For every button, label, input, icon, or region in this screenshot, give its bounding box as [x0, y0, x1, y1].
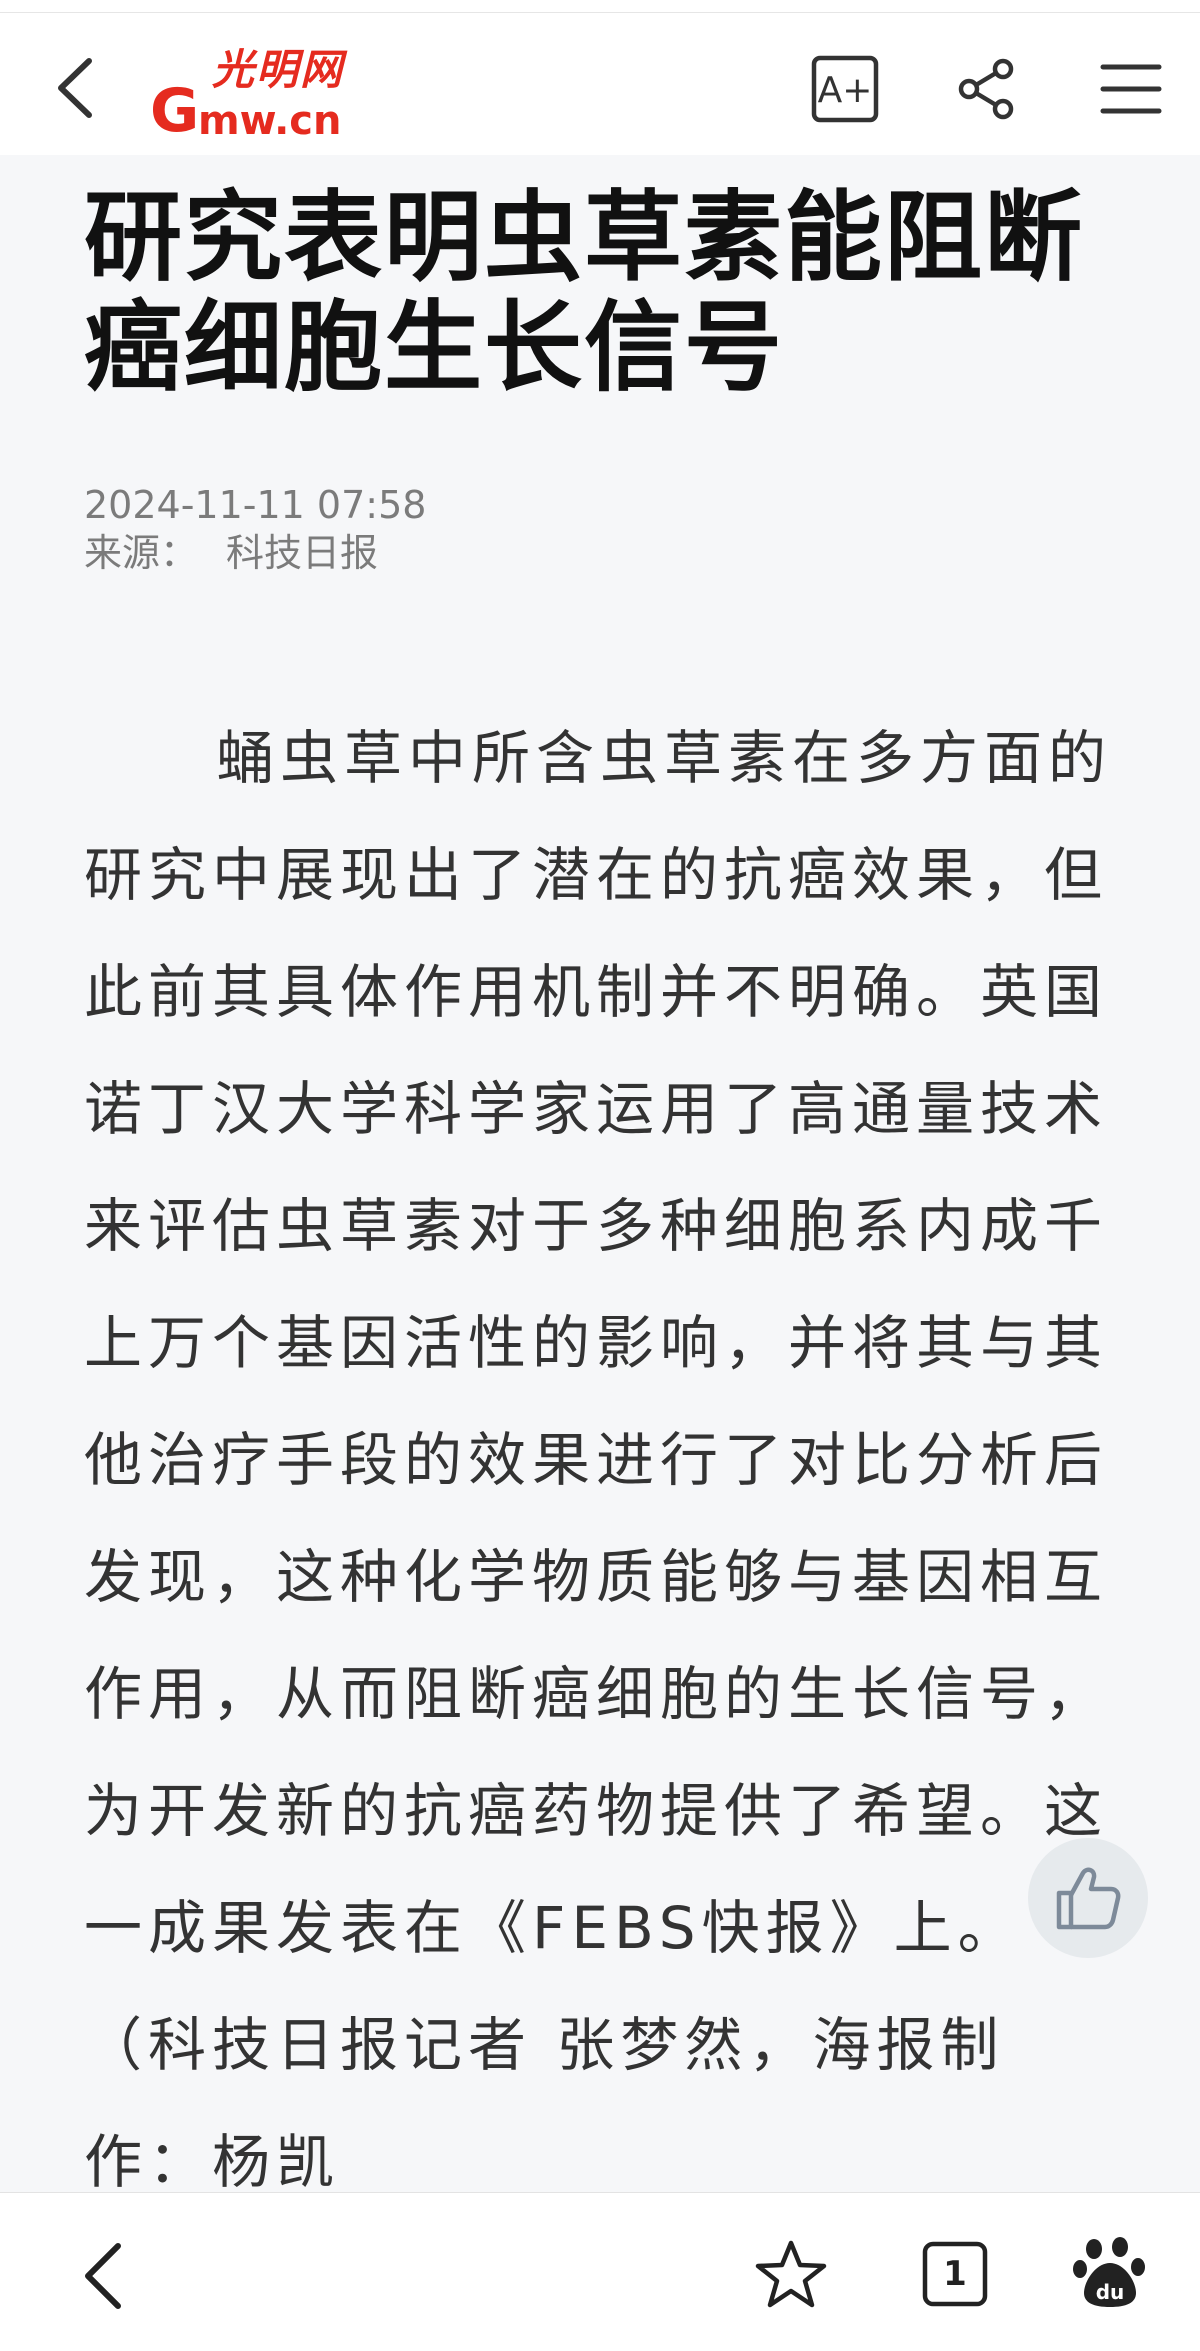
chevron-left-icon [58, 58, 92, 118]
baidu-button[interactable]: du [1060, 2223, 1160, 2323]
logo-chinese-name: 光明网 [212, 45, 345, 94]
svg-text:du: du [1096, 2280, 1125, 2304]
thumbs-up-icon [1056, 1867, 1121, 1930]
status-strip [0, 0, 1200, 13]
article-datetime: 2024-11-11 07:58 [84, 483, 427, 527]
logo-letter: G [150, 76, 200, 146]
article-source: 来源： 科技日报 [84, 529, 1124, 577]
share-button[interactable] [944, 49, 1030, 129]
favorite-button[interactable] [746, 2229, 836, 2319]
font-size-icon: A+ [811, 55, 879, 123]
share-icon [958, 58, 1014, 120]
font-size-button[interactable]: A+ [800, 49, 890, 129]
article-page: G 光明网 mw.cn A+ 研究表明虫草素能阻断癌细胞生长信号 2024-11… [0, 0, 1200, 2351]
article-title: 研究表明虫草素能阻断癌细胞生长信号 [84, 181, 1085, 405]
back-button[interactable] [40, 53, 110, 123]
tabs-button[interactable]: 1 [910, 2229, 1000, 2319]
star-icon [755, 2240, 827, 2308]
font-size-label: A+ [818, 70, 873, 111]
top-header: G 光明网 mw.cn A+ [0, 13, 1200, 155]
article-body: 蛹虫草中所含虫草素在多方面的研究中展现出了潜在的抗癌效果，但此前其具体作用机制并… [84, 724, 1113, 2196]
like-button[interactable] [1028, 1838, 1148, 1958]
source-name[interactable]: 科技日报 [226, 531, 378, 575]
tab-count: 1 [943, 2254, 967, 2294]
menu-button[interactable] [1086, 49, 1176, 129]
bottom-toolbar: 1 du [0, 2192, 1200, 2351]
site-logo[interactable]: G 光明网 mw.cn [150, 45, 380, 145]
article-meta: 2024-11-11 07:58 来源： 科技日报 [84, 481, 1124, 577]
chevron-left-icon [85, 2243, 121, 2309]
source-label: 来源： [84, 531, 199, 575]
logo-domain: mw.cn [198, 98, 342, 144]
browser-back-button[interactable] [62, 2231, 142, 2321]
article-header: 研究表明虫草素能阻断癌细胞生长信号 2024-11-11 07:58 来源： 科技… [84, 155, 1124, 577]
baidu-paw-icon: du [1073, 2237, 1145, 2307]
hamburger-menu-icon [1100, 64, 1162, 114]
